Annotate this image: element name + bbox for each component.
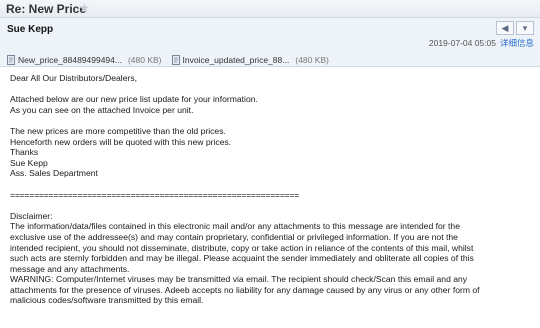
attachment-size: (480 KB) (127, 55, 162, 65)
email-header: Sue Kepp ◀ ▾ 2019-07-04 05:05 详细信息 New_pr… (0, 18, 540, 67)
signature-name: Sue Kepp (10, 157, 48, 168)
star-icon[interactable]: ★ (79, 1, 90, 15)
signature-title: Ass. Sales Department (10, 168, 98, 179)
body-line: Attached below are our new price list up… (10, 94, 258, 105)
signoff: Thanks (10, 147, 39, 158)
attachment-name: Invoice_updated_price_88... (182, 55, 290, 65)
disclaimer-line: intended recipient, you should not disse… (10, 242, 474, 253)
body-line: Henceforth new orders will be quoted wit… (10, 136, 232, 147)
separator-line: ========================================… (10, 189, 300, 200)
attachment-icon (171, 55, 180, 65)
disclaimer-line: message and any attachments. (10, 263, 130, 274)
disclaimer-line: exclusive use of the addressee(s) and ma… (10, 231, 458, 242)
disclaimer-line: such acts are sternly forbidden and may … (10, 253, 474, 264)
attachment-size: (480 KB) (295, 55, 329, 65)
details-link[interactable]: 详细信息 (500, 38, 534, 48)
dropdown-icon[interactable]: ▾ (516, 21, 534, 35)
reply-arrow-icon[interactable]: ◀ (496, 21, 514, 35)
datetime-value: 2019-07-04 05:05 (428, 38, 496, 48)
body-line: The new prices are more competitive than… (10, 125, 226, 136)
email-body: Dear All Our Distributors/Dealers, Attac… (10, 73, 532, 306)
email-datetime: 2019-07-04 05:05 详细信息 (429, 37, 534, 49)
sender-name[interactable]: Sue Kepp (7, 24, 53, 35)
body-line: As you can see on the attached Invoice p… (10, 104, 194, 115)
email-subject: Re: New Price (6, 2, 87, 16)
warning-line: WARNING: Computer/Internet viruses may b… (10, 274, 468, 285)
attachment-item[interactable]: Invoice_updated_price_88... (480 KB) (171, 55, 329, 65)
warning-line: attachments for the presence of viruses.… (10, 284, 480, 295)
attachment-icon (7, 55, 15, 65)
attachment-item[interactable]: New_price_88489499494... (480 KB) (7, 55, 162, 65)
warning-line: malicious codes/software transmitted by … (10, 295, 204, 306)
attachments-bar: New_price_88489499494... (480 KB) Invoic… (7, 55, 329, 65)
attachment-name: New_price_88489499494... (18, 55, 122, 65)
greeting: Dear All Our Distributors/Dealers, (10, 73, 138, 83)
header-actions: ◀ ▾ (496, 21, 534, 35)
title-bar: Re: New Price ★ (0, 0, 540, 18)
disclaimer-title: Disclaimer: (10, 210, 53, 221)
disclaimer-line: The information/data/files contained in … (10, 221, 460, 232)
